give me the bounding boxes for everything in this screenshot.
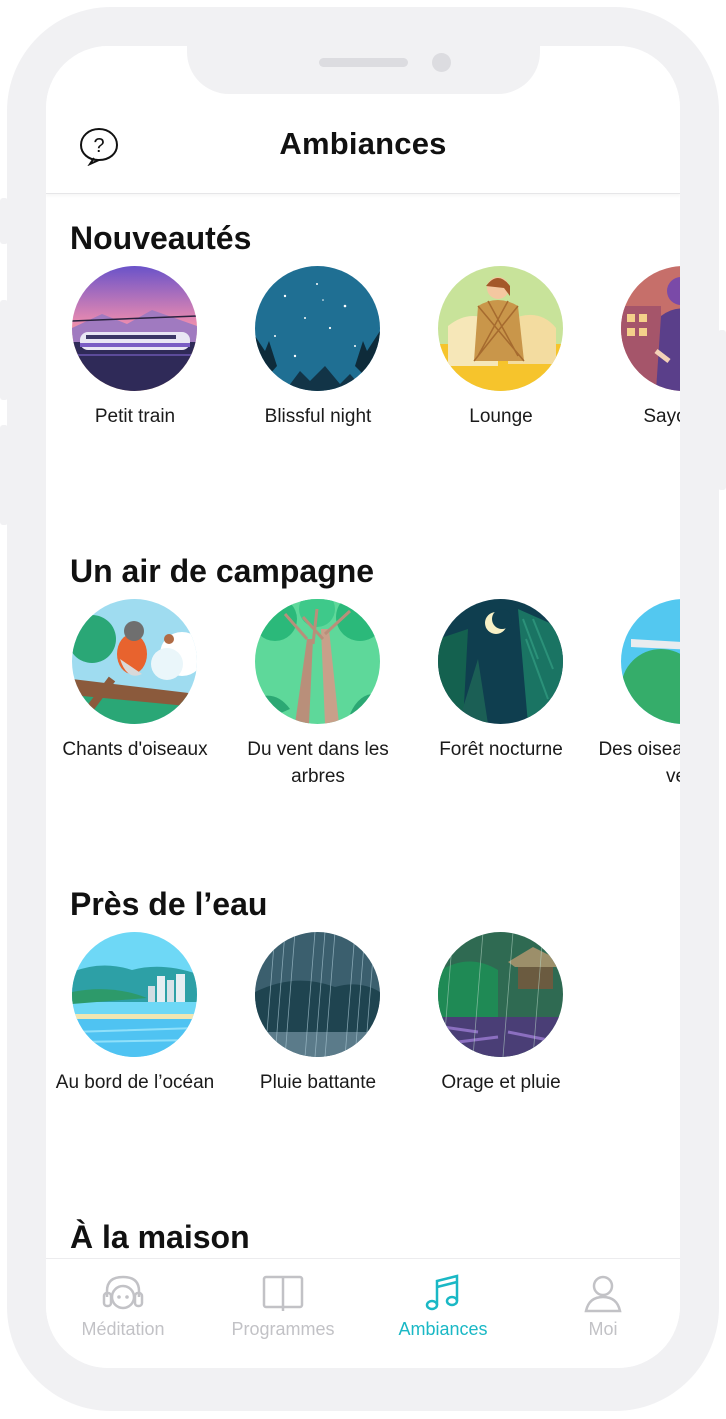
section-title: Un air de campagne: [70, 553, 375, 589]
thumbnail-forest-image: [255, 599, 380, 724]
music-note-icon: [421, 1273, 465, 1313]
tab-label: Méditation: [81, 1319, 165, 1339]
ambiance-label: Du vent dans les arbres: [247, 739, 389, 787]
ambiance-label: Blissful night: [264, 406, 372, 427]
side-button: [0, 198, 8, 244]
tab-meditation[interactable]: Méditation: [46, 1259, 203, 1349]
ambiance-label: Au bord de l’océan: [55, 1072, 215, 1093]
tab-moi[interactable]: Moi: [523, 1259, 680, 1349]
ambiance-label: Lounge: [469, 406, 533, 427]
tab-bar: Méditation Programmes Ambiances Moi: [46, 1258, 680, 1368]
side-button: [0, 425, 8, 525]
side-button: [0, 300, 8, 400]
ambiance-label: Pluie battante: [259, 1072, 377, 1093]
ambiances-list[interactable]: Nouveautés Petit train Blissful night Lo…: [46, 194, 680, 1256]
user-icon: [581, 1273, 625, 1313]
headphones-face-icon: [101, 1273, 145, 1313]
app-screen: ? Ambiances Nouveautés Petit train Bliss…: [46, 46, 680, 1368]
section-title: À la maison: [70, 1219, 250, 1255]
notch: [187, 46, 540, 94]
thumbnail-ocean-image: [72, 932, 197, 1057]
tab-label: Moi: [588, 1319, 618, 1339]
thumbnail-lounge-image: [438, 266, 563, 391]
thumbnail-starry-night-image: [255, 266, 380, 391]
section-title: Près de l’eau: [70, 886, 268, 922]
thumbnail-birds-wind-image: [621, 599, 680, 724]
ambiance-label: Sayonara: [643, 406, 680, 427]
section-title: Nouveautés: [70, 220, 252, 256]
thumbnail-train-image: [72, 266, 197, 391]
thumbnail-storm-image: [438, 932, 563, 1057]
tab-programmes[interactable]: Programmes: [203, 1259, 363, 1349]
ambiance-label: Chants d'oiseaux: [62, 739, 208, 760]
ambiance-label: Petit train: [94, 406, 176, 427]
thumbnail-night-forest-image: [438, 599, 563, 724]
ambiance-label: Des oiseaux dans le vent: [598, 739, 680, 787]
speaker: [319, 58, 408, 67]
tab-label: Ambiances: [398, 1319, 488, 1339]
tab-ambiances[interactable]: Ambiances: [363, 1259, 523, 1349]
ambiance-label: Orage et pluie: [441, 1072, 561, 1093]
open-book-icon: [261, 1273, 305, 1313]
thumbnail-rain-image: [255, 932, 380, 1057]
thumbnail-city-girl-image: [621, 266, 680, 391]
tab-label: Programmes: [231, 1319, 335, 1339]
page-title: Ambiances: [279, 126, 447, 161]
thumbnail-bird-image: [72, 599, 197, 724]
ambiance-label: Forêt nocturne: [439, 739, 563, 760]
front-camera: [432, 53, 451, 72]
side-button: [718, 330, 726, 490]
